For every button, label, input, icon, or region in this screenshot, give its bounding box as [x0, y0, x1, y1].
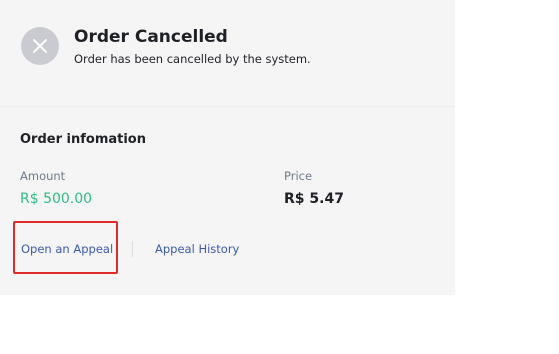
appeal-history-link[interactable]: Appeal History — [155, 242, 239, 256]
amount-value: R$ 500.00 — [20, 191, 93, 207]
order-status-header: Order Cancelled Order has been cancelled… — [0, 0, 455, 107]
order-status-subtitle: Order has been cancelled by the system. — [74, 52, 311, 66]
price-label: Price — [284, 169, 313, 183]
order-status-title: Order Cancelled — [74, 27, 228, 47]
action-divider — [132, 241, 133, 257]
order-info-heading: Order infomation — [20, 132, 146, 147]
amount-label: Amount — [20, 169, 66, 183]
close-icon — [33, 39, 47, 53]
price-value: R$ 5.47 — [284, 191, 344, 207]
cancel-status-badge — [21, 27, 59, 65]
appeal-highlight-box — [13, 221, 118, 274]
